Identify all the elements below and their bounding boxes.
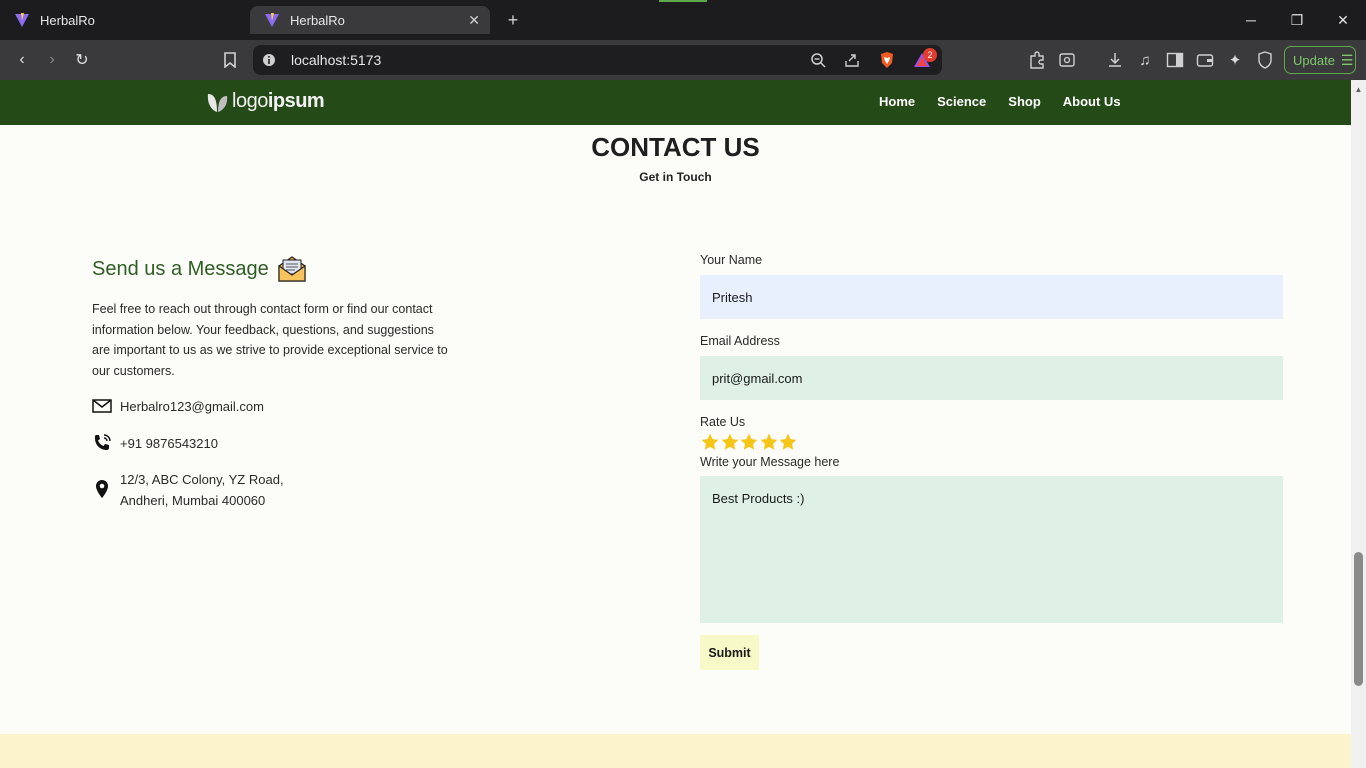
location-pin-icon [92,479,112,499]
nav-science[interactable]: Science [937,94,986,109]
mail-icon [92,396,112,416]
reload-icon[interactable]: ↻ [70,48,94,72]
zoom-icon[interactable] [808,50,828,70]
close-window-icon[interactable]: ✕ [1320,0,1366,40]
nav-home[interactable]: Home [879,94,915,109]
message-label: Write your Message here [700,455,840,469]
name-field[interactable]: Pritesh [700,275,1283,319]
site-navbar: logoipsum Home Science Shop About Us [0,80,1351,125]
scrollbar-thumb[interactable] [1354,552,1363,686]
footer [0,734,1351,768]
logo-text: logoipsum [232,90,325,112]
star-rating[interactable] [700,432,798,452]
star-icon[interactable] [700,432,720,452]
contact-email-row: Herbalro123@gmail.com [92,396,264,417]
page-title: CONTACT US [591,132,760,162]
nav-shop[interactable]: Shop [1008,94,1041,109]
forward-icon[interactable]: › [40,48,64,72]
reader-icon[interactable] [1057,50,1077,70]
main-nav: Home Science Shop About Us [879,94,1143,109]
leaf-logo-icon [207,93,228,112]
brave-shields-icon[interactable] [877,50,897,70]
page-viewport: logoipsum Home Science Shop About Us CON… [0,80,1351,768]
contact-address-row: 12/3, ABC Colony, YZ Road, Andheri, Mumb… [92,469,284,511]
vpn-icon[interactable] [1255,50,1275,70]
address-line-2: Andheri, Mumbai 400060 [120,493,266,508]
name-label: Your Name [700,253,763,267]
site-logo[interactable]: logoipsum [205,90,325,113]
email-label: Email Address [700,334,780,348]
contact-address: 12/3, ABC Colony, YZ Road, Andheri, Mumb… [120,469,284,511]
sidebar-icon[interactable] [1165,50,1185,70]
message-textarea[interactable]: Best Products :) [700,476,1283,623]
contact-phone-row: +91 9876543210 [92,433,218,454]
submit-button[interactable]: Submit [700,635,759,670]
update-label: Update [1293,52,1335,68]
restore-icon[interactable]: ❐ [1274,0,1320,40]
site-info-icon[interactable] [259,50,279,70]
window-controls: ─ ❐ ✕ [1228,0,1366,40]
nav-about-us[interactable]: About Us [1063,94,1121,109]
media-icon[interactable]: ♫ [1135,50,1155,70]
share-icon[interactable] [842,50,862,70]
new-tab-icon[interactable]: + [503,10,523,31]
update-button[interactable]: Update ☰ [1284,46,1356,74]
close-tab-icon[interactable]: ✕ [468,12,480,29]
phone-icon [92,433,112,453]
vite-favicon-icon [265,13,279,27]
email-field[interactable]: prit@gmail.com [700,356,1283,400]
rate-label: Rate Us [700,415,746,429]
url-text[interactable]: localhost:5173 [291,52,381,68]
minimize-icon[interactable]: ─ [1228,0,1274,40]
extensions-icon[interactable] [1027,50,1047,70]
back-icon[interactable]: ‹ [10,48,34,72]
tab-title: HerbalRo [290,12,345,28]
contact-phone[interactable]: +91 9876543210 [120,433,218,454]
downloads-icon[interactable] [1105,50,1125,70]
contact-email[interactable]: Herbalro123@gmail.com [120,396,264,417]
contact-intro-text: Feel free to reach out through contact f… [92,302,448,378]
address-line-1: 12/3, ABC Colony, YZ Road, [120,472,284,487]
open-envelope-icon [278,256,306,282]
scroll-up-icon[interactable]: ▲ [1351,82,1366,97]
send-message-heading-text: Send us a Message [92,257,269,280]
browser-tab-bar: HerbalRo HerbalRo ✕ + ─ ❐ ✕ [0,0,1366,40]
send-message-heading: Send us a Message [92,255,307,283]
tab-loading-indicator [659,0,707,2]
tab-title: HerbalRo [40,12,95,28]
leo-ai-icon[interactable]: ✦ [1225,50,1245,70]
page-subtitle: Get in Touch [639,170,712,184]
hamburger-menu-icon: ☰ [1340,51,1354,68]
vite-favicon-icon [15,13,29,27]
star-icon[interactable] [759,432,779,452]
rewards-badge: 2 [923,48,937,62]
browser-tab-1[interactable]: HerbalRo [0,0,248,40]
bookmark-icon[interactable] [218,48,242,72]
star-icon[interactable] [778,432,798,452]
wallet-icon[interactable] [1195,50,1215,70]
star-icon[interactable] [739,432,759,452]
star-icon[interactable] [720,432,740,452]
browser-tab-2[interactable]: HerbalRo ✕ [250,6,490,34]
